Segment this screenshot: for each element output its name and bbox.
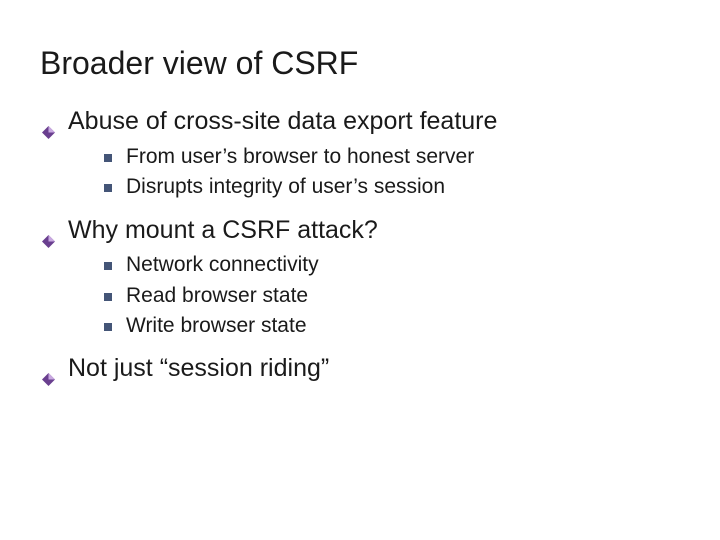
bullet-list: Abuse of cross-site data export feature … bbox=[40, 105, 680, 386]
square-icon bbox=[104, 184, 112, 192]
bullet-text: Not just “session riding” bbox=[68, 354, 329, 382]
square-icon bbox=[104, 323, 112, 331]
slide-title: Broader view of CSRF bbox=[40, 46, 680, 81]
diamond-icon bbox=[42, 362, 55, 375]
list-item: Write browser state bbox=[102, 312, 680, 340]
square-icon bbox=[104, 293, 112, 301]
slide: Broader view of CSRF Abuse of cross-site… bbox=[0, 0, 720, 386]
diamond-icon bbox=[42, 224, 55, 237]
list-item: Network connectivity bbox=[102, 251, 680, 279]
square-icon bbox=[104, 154, 112, 162]
sub-bullet-text: From user’s browser to honest server bbox=[126, 145, 474, 168]
bullet-text: Why mount a CSRF attack? bbox=[68, 216, 378, 244]
sub-bullet-text: Write browser state bbox=[126, 314, 307, 337]
sub-bullet-text: Disrupts integrity of user’s session bbox=[126, 175, 445, 198]
bullet-text: Abuse of cross-site data export feature bbox=[68, 107, 497, 135]
list-item: Abuse of cross-site data export feature … bbox=[40, 105, 680, 201]
list-item: Read browser state bbox=[102, 282, 680, 310]
diamond-icon bbox=[42, 115, 55, 128]
list-item: Not just “session riding” bbox=[40, 352, 680, 386]
list-item: Why mount a CSRF attack? Network connect… bbox=[40, 214, 680, 341]
sub-bullet-text: Read browser state bbox=[126, 284, 308, 307]
list-item: Disrupts integrity of user’s session bbox=[102, 173, 680, 201]
sub-list: From user’s browser to honest server Dis… bbox=[102, 143, 680, 202]
square-icon bbox=[104, 262, 112, 270]
sub-bullet-text: Network connectivity bbox=[126, 253, 319, 276]
list-item: From user’s browser to honest server bbox=[102, 143, 680, 171]
sub-list: Network connectivity Read browser state … bbox=[102, 251, 680, 340]
